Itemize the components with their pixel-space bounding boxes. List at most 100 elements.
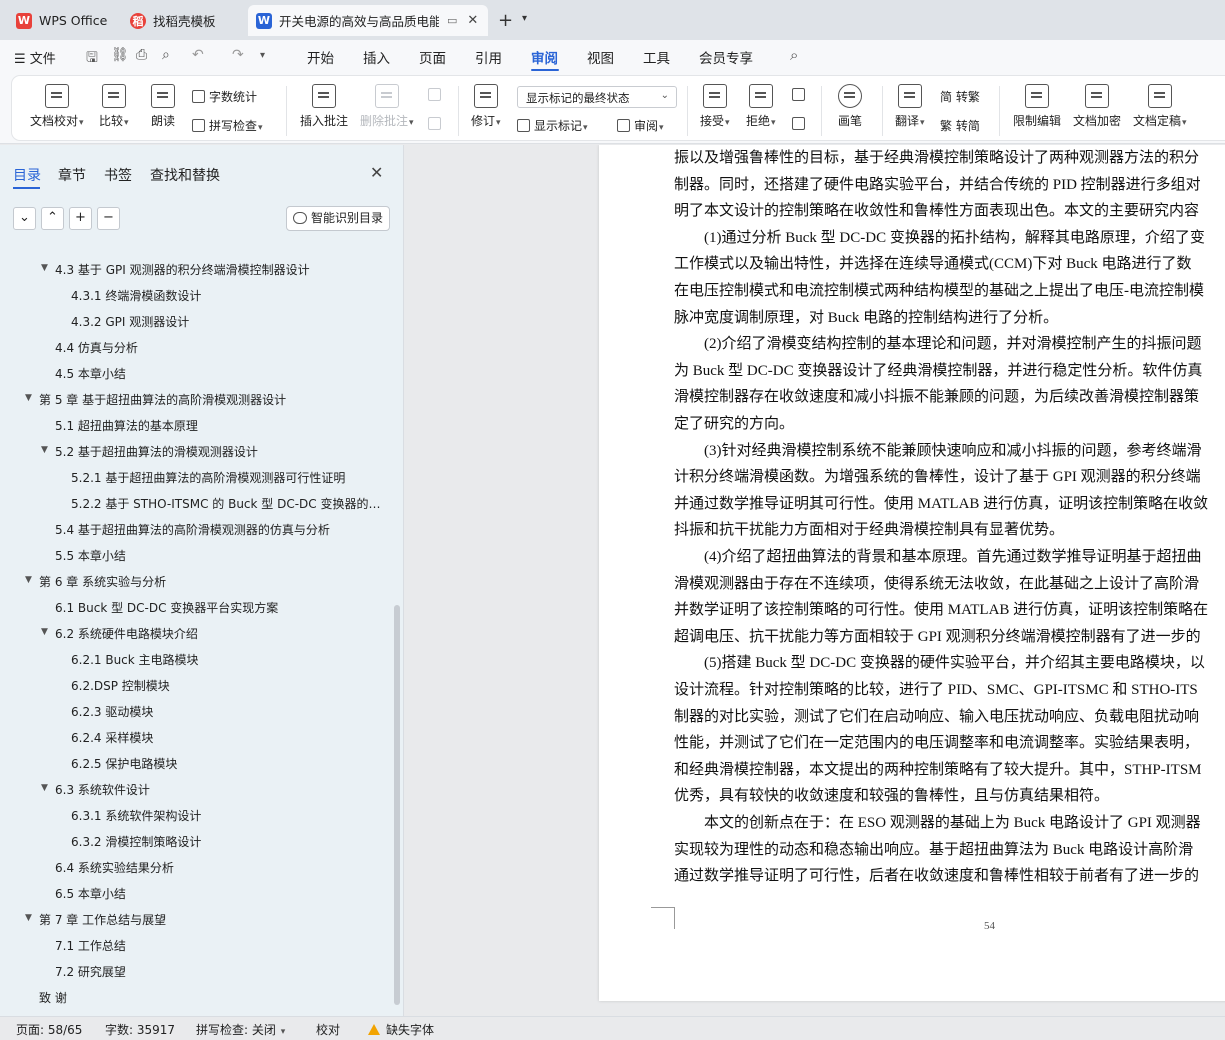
toc-item[interactable]: 致 谢 <box>39 989 386 1009</box>
close-icon[interactable]: ✕ <box>370 163 383 182</box>
reject-button[interactable]: 拒绝▾ <box>746 84 776 129</box>
collapse-all-button[interactable]: ⌄ <box>13 207 36 230</box>
toc-item[interactable]: 4.3.1 终端滑模函数设计 <box>71 287 386 307</box>
toc-expand-triangle-icon[interactable]: ▼ <box>41 263 48 273</box>
print-icon[interactable]: ⎙ <box>136 47 147 63</box>
review-pane-button[interactable]: 审阅▾ <box>617 117 664 134</box>
pen-button[interactable]: 画笔 <box>838 84 862 129</box>
proof-indicator[interactable]: 校对 <box>316 1021 340 1038</box>
menu-insert[interactable]: 插入 <box>363 47 390 67</box>
smart-toc-button[interactable]: 智能识别目录 <box>286 206 390 231</box>
toc-item[interactable]: 5.2 基于超扭曲算法的滑模观测器设计 <box>55 443 386 463</box>
toc-item[interactable]: 第 5 章 基于超扭曲算法的高阶滑模观测器设计 <box>39 391 386 411</box>
tab-chapter[interactable]: 章节 <box>58 165 86 185</box>
delete-comment-button[interactable]: 删除批注▾ <box>360 84 414 129</box>
save-icon[interactable]: 🖫 <box>86 47 98 71</box>
menu-reference[interactable]: 引用 <box>475 47 502 67</box>
toc-item[interactable]: 第 7 章 工作总结与展望 <box>39 911 386 931</box>
page-indicator[interactable]: 页面: 58/65 <box>16 1021 82 1038</box>
tab-template[interactable]: 稻 找稻壳模板 <box>122 5 244 36</box>
word-count-indicator[interactable]: 字数: 35917 <box>105 1021 175 1038</box>
document-page[interactable]: 54 振以及增强鲁棒性的目标，基于经典滑模控制策略设计了两种观测器方法的积分 制器… <box>599 145 1225 1001</box>
toc-item[interactable]: 6.5 本章小结 <box>55 885 386 905</box>
print-preview-icon[interactable]: ⌕ <box>162 47 170 63</box>
toc-item[interactable]: 5.2.2 基于 STHO-ITSMC 的 Buck 型 DC-DC 变换器的控… <box>71 495 386 515</box>
new-tab-icon[interactable]: + <box>498 10 513 31</box>
toc-expand-triangle-icon[interactable]: ▼ <box>25 575 32 585</box>
accept-button[interactable]: 接受▾ <box>700 84 730 129</box>
prev-comment-button[interactable] <box>428 88 445 102</box>
translate-button[interactable]: 翻译▾ <box>895 84 925 129</box>
toc-item[interactable]: 6.2 系统硬件电路模块介绍 <box>55 625 386 645</box>
menu-home[interactable]: 开始 <box>307 47 334 67</box>
spell-check-button[interactable]: 拼写检查▾ <box>192 117 263 134</box>
show-markup-button[interactable]: 显示标记▾ <box>517 117 588 134</box>
tab-document[interactable]: W 开关电源的高效与高品质电能 ▭ ✕ <box>248 5 488 36</box>
menu-tools[interactable]: 工具 <box>643 47 670 67</box>
search-icon[interactable]: ⌕ <box>790 46 798 64</box>
missing-font-indicator[interactable]: 缺失字体 <box>368 1021 434 1038</box>
file-menu[interactable]: ☰ 文件 <box>14 48 56 67</box>
to-traditional-button[interactable]: 简 转繁 <box>940 88 980 105</box>
toc-expand-triangle-icon[interactable]: ▼ <box>41 783 48 793</box>
toc-item[interactable]: 6.2.4 采样模块 <box>71 729 386 749</box>
word-count-button[interactable]: 字数统计 <box>192 88 257 105</box>
doc-check-button[interactable]: 文档校对▾ <box>30 84 84 129</box>
toc-item[interactable]: 5.2.1 基于超扭曲算法的高阶滑模观测器可行性证明 <box>71 469 386 489</box>
to-simplified-button[interactable]: 繁 转简 <box>940 117 980 134</box>
toc-item[interactable]: 4.3.2 GPI 观测器设计 <box>71 313 386 333</box>
toc-item[interactable]: 6.2.DSP 控制模块 <box>71 677 386 697</box>
toc-item[interactable]: 6.2.5 保护电路模块 <box>71 755 386 775</box>
tab-toc[interactable]: 目录 <box>13 165 41 185</box>
toc-expand-triangle-icon[interactable]: ▼ <box>41 445 48 455</box>
toc-item[interactable]: 6.2.3 驱动模块 <box>71 703 386 723</box>
toc-item[interactable]: 6.2.1 Buck 主电路模块 <box>71 651 386 671</box>
quick-access-more-icon[interactable]: ▾ <box>260 50 265 61</box>
toc-expand-triangle-icon[interactable]: ▼ <box>41 627 48 637</box>
chevron-down-icon[interactable]: ▾ <box>522 13 527 24</box>
spell-check-indicator[interactable]: 拼写检查: 关闭 ▾ <box>196 1021 285 1038</box>
toc-item[interactable]: 6.3.2 滑模控制策略设计 <box>71 833 386 853</box>
close-tab-icon[interactable]: ✕ <box>467 13 478 28</box>
encrypt-button[interactable]: 文档加密 <box>1073 84 1121 129</box>
tab-find-replace[interactable]: 查找和替换 <box>150 165 220 185</box>
add-heading-button[interactable]: + <box>69 207 92 230</box>
expand-up-button[interactable]: ⌃ <box>41 207 64 230</box>
redo-icon[interactable]: ↷ <box>232 47 244 63</box>
toc-item[interactable]: 5.5 本章小结 <box>55 547 386 567</box>
undo-icon[interactable]: ↶ <box>192 47 204 63</box>
markup-state-select[interactable]: 显示标记的最终状态 ⌄ <box>517 86 677 108</box>
menu-page[interactable]: 页面 <box>419 47 446 67</box>
toc-item[interactable]: 4.5 本章小结 <box>55 365 386 385</box>
toc-item[interactable]: 6.3.1 系统软件架构设计 <box>71 807 386 827</box>
next-change-button[interactable] <box>792 117 809 131</box>
toc-item[interactable]: 5.1 超扭曲算法的基本原理 <box>55 417 386 437</box>
toc-expand-triangle-icon[interactable]: ▼ <box>25 393 32 403</box>
menu-view[interactable]: 视图 <box>587 47 614 67</box>
tab-bookmark[interactable]: 书签 <box>104 165 132 185</box>
read-aloud-button[interactable]: 朗读 <box>151 84 175 129</box>
toc-item[interactable]: 6.1 Buck 型 DC-DC 变换器平台实现方案 <box>55 599 386 619</box>
toc-item[interactable]: 第 6 章 系统实验与分析 <box>39 573 386 593</box>
toc-item[interactable]: 6.3 系统软件设计 <box>55 781 386 801</box>
toc-item[interactable]: 7.2 研究展望 <box>55 963 386 983</box>
remove-heading-button[interactable]: − <box>97 207 120 230</box>
toc-item[interactable]: 6.4 系统实验结果分析 <box>55 859 386 879</box>
menu-review[interactable]: 审阅 <box>531 47 558 67</box>
toc-item[interactable]: 4.3 基于 GPI 观测器的积分终端滑模控制器设计 <box>55 261 386 281</box>
link-icon[interactable]: ⛓ <box>111 47 129 63</box>
monitor-icon[interactable]: ▭ <box>447 14 457 27</box>
tab-wps-office[interactable]: W WPS Office <box>8 5 118 36</box>
toc-expand-triangle-icon[interactable]: ▼ <box>25 913 32 923</box>
finalize-button[interactable]: 文档定稿▾ <box>1133 84 1187 129</box>
insert-comment-button[interactable]: 插入批注 <box>300 84 348 129</box>
toc-item[interactable]: 7.1 工作总结 <box>55 937 386 957</box>
next-comment-button[interactable] <box>428 117 445 131</box>
menu-member[interactable]: 会员专享 <box>699 47 753 67</box>
toc-item[interactable]: 4.4 仿真与分析 <box>55 339 386 359</box>
previous-change-button[interactable] <box>792 88 809 102</box>
revise-button[interactable]: 修订▾ <box>471 84 501 129</box>
compare-button[interactable]: 比较▾ <box>99 84 129 129</box>
restrict-edit-button[interactable]: 限制编辑 <box>1013 84 1061 129</box>
toc-scrollbar[interactable] <box>394 605 400 1005</box>
